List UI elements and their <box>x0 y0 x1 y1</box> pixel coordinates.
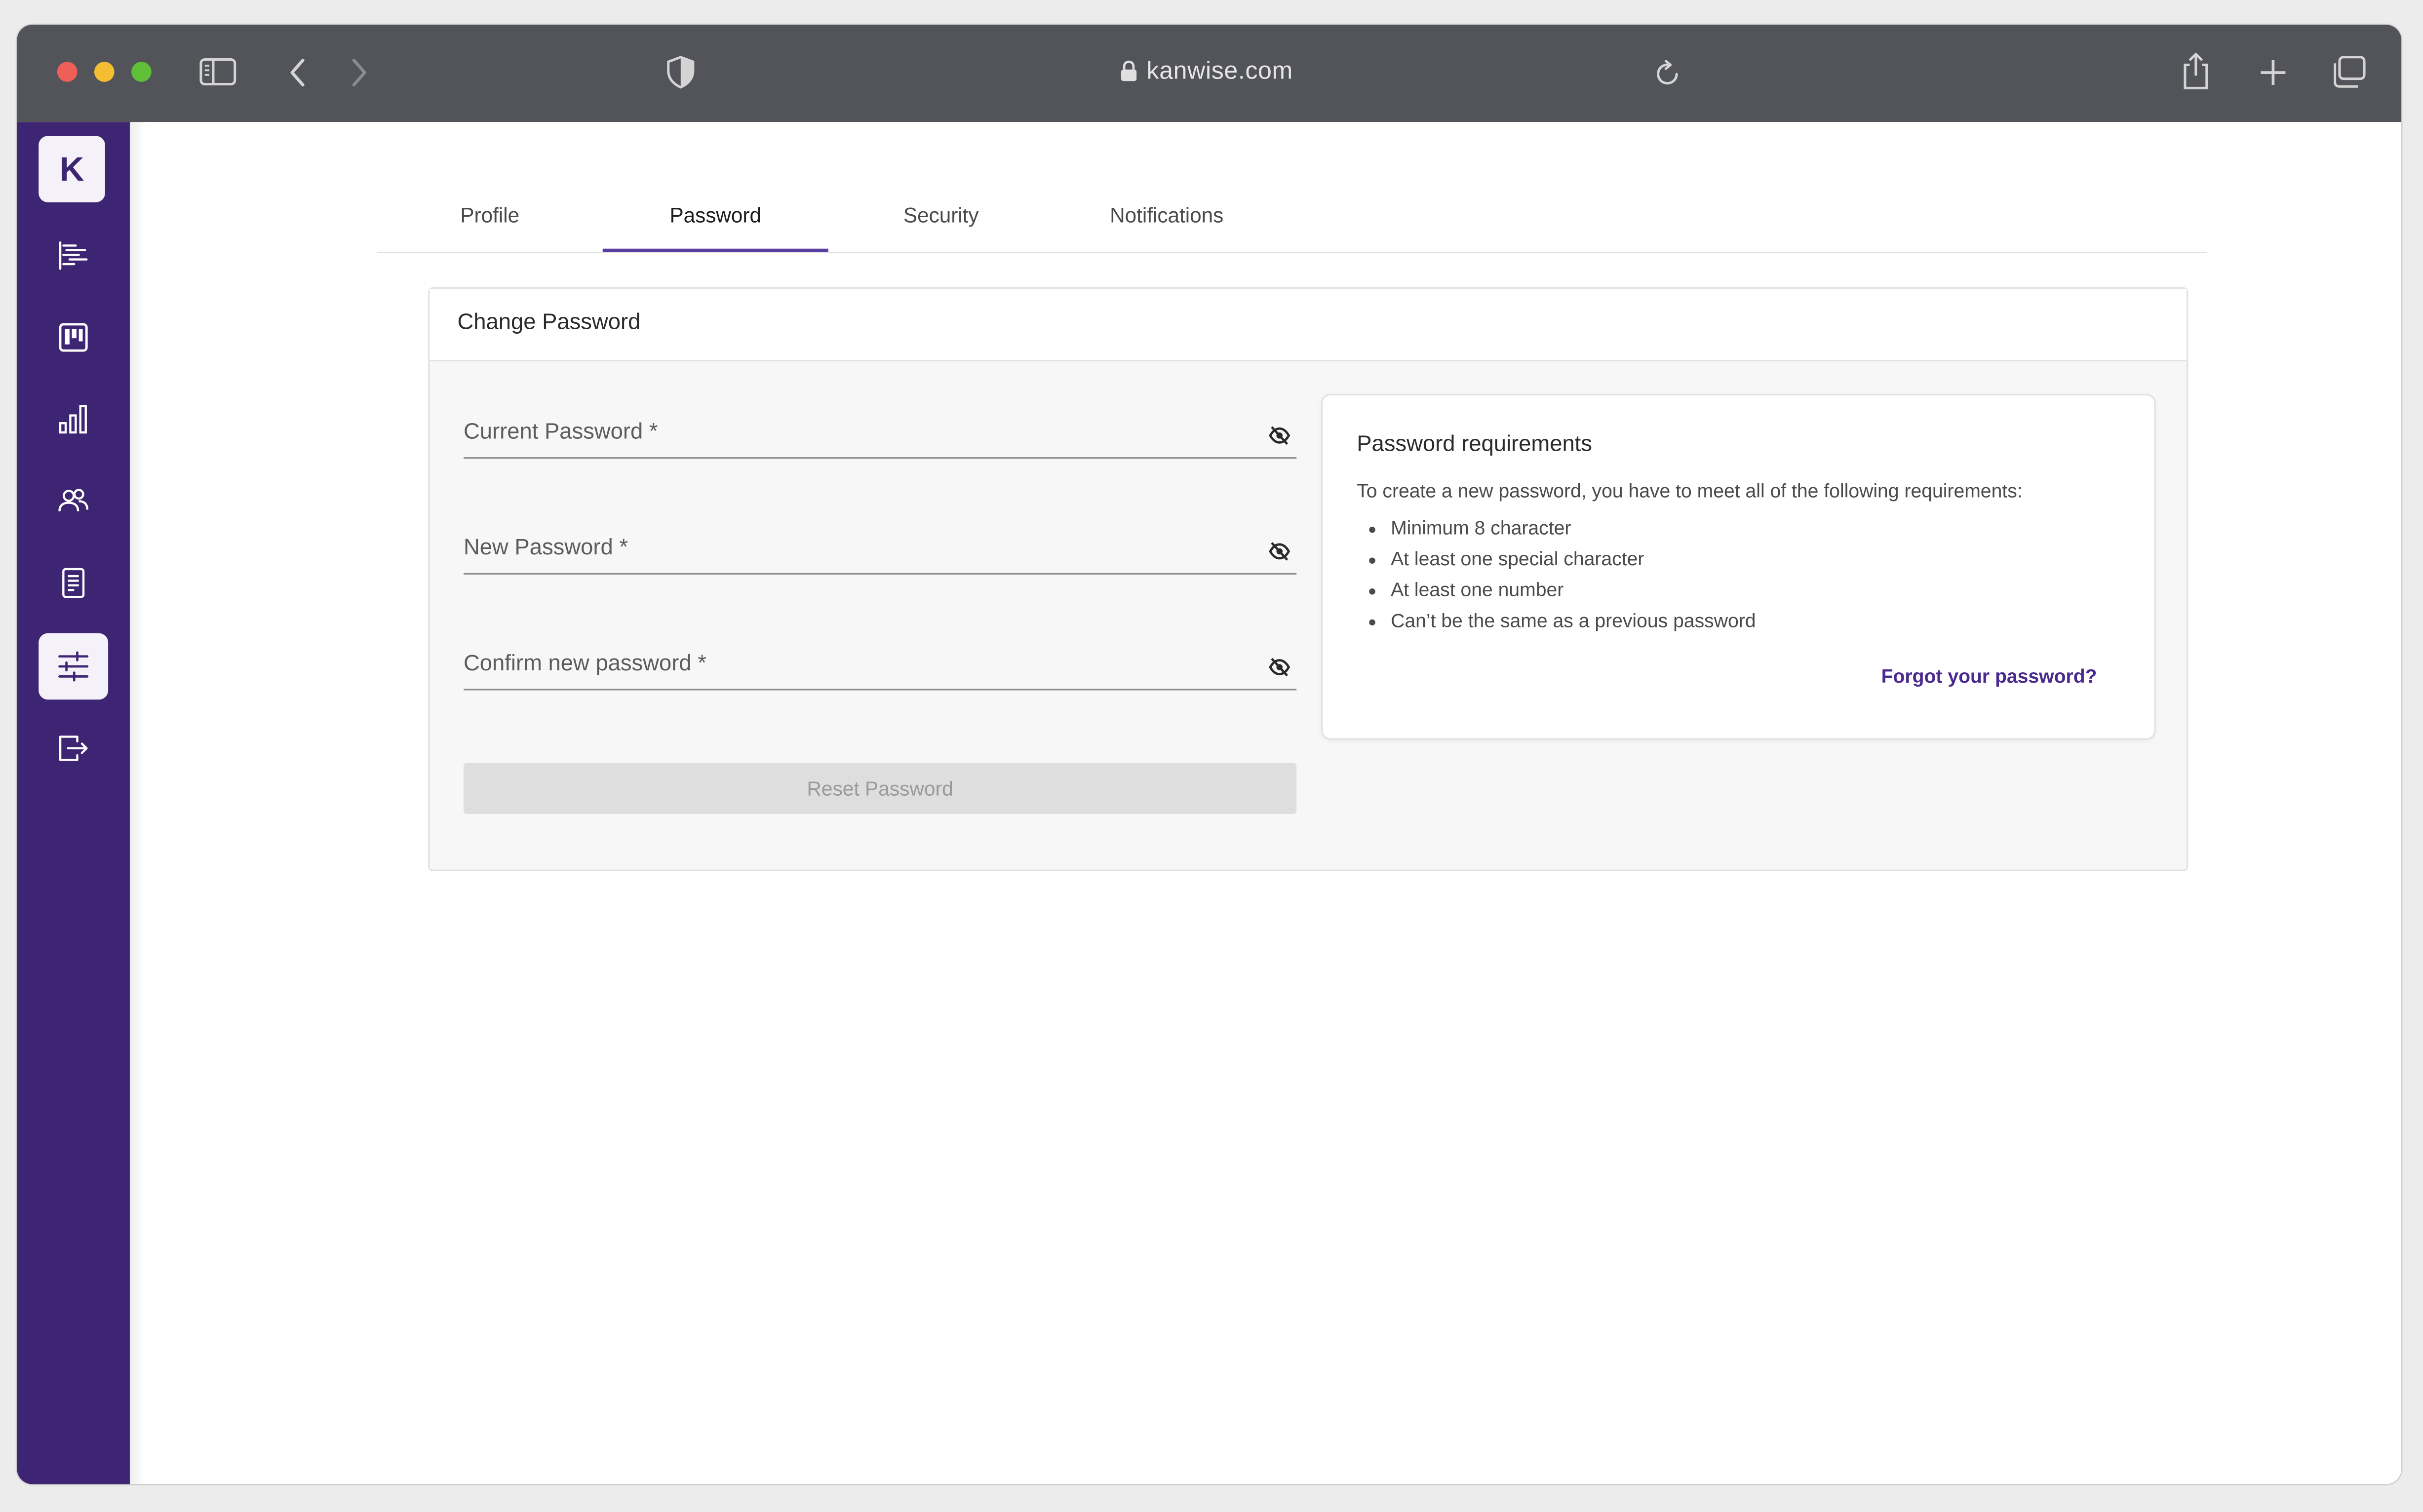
new-tab-icon[interactable] <box>2258 57 2289 88</box>
hide-password-icon[interactable] <box>1269 426 1290 445</box>
privacy-shield-icon[interactable] <box>666 56 695 90</box>
hide-password-icon[interactable] <box>1269 542 1290 561</box>
tab-notifications[interactable]: Notifications <box>1054 184 1280 248</box>
bar-chart-icon <box>59 405 87 434</box>
app-sidebar: K <box>17 122 130 1484</box>
current-password-field[interactable]: Current Password * <box>464 411 1297 459</box>
users-icon <box>58 489 89 511</box>
nav-item-logout[interactable] <box>39 715 108 782</box>
tab-security[interactable]: Security <box>828 184 1054 248</box>
address-bar[interactable]: kanwise.com <box>1099 56 1346 90</box>
nav-item-timeline[interactable] <box>39 223 108 289</box>
share-icon[interactable] <box>2181 51 2212 91</box>
browser-toolbar: kanwise.com <box>17 25 2402 122</box>
tab-profile[interactable]: Profile <box>377 184 603 248</box>
browser-window: kanwise.com K Profile Password Security … <box>17 25 2402 1484</box>
card-header: Change Password <box>430 289 2187 362</box>
requirement-item: At least one special character <box>1391 543 1756 575</box>
confirm-password-label: Confirm new password * <box>464 652 706 677</box>
forward-icon[interactable] <box>349 57 368 88</box>
minimize-window-button[interactable] <box>94 62 115 82</box>
app-logo[interactable]: K <box>39 136 105 202</box>
lock-icon <box>1121 60 1137 81</box>
settings-tabs: Profile Password Security Notifications <box>377 184 2207 254</box>
zoom-window-button[interactable] <box>131 62 152 82</box>
main-content: Profile Password Security Notifications … <box>145 122 2402 1484</box>
requirement-item: Can’t be the same as a previous password <box>1391 605 1756 636</box>
kanban-board-icon <box>59 323 88 352</box>
settings-sliders-icon <box>58 651 89 682</box>
nav-item-board[interactable] <box>39 304 108 371</box>
requirements-title: Password requirements <box>1357 432 1593 458</box>
requirements-list: Minimum 8 character At least one special… <box>1357 513 1756 636</box>
document-icon <box>62 568 85 598</box>
reload-icon[interactable] <box>1655 59 1681 86</box>
sidebar-toggle-icon[interactable] <box>199 57 238 88</box>
password-requirements-panel: Password requirements To create a new pa… <box>1321 393 2156 740</box>
forgot-password-link[interactable]: Forgot your password? <box>1881 665 2097 687</box>
close-window-button[interactable] <box>57 62 78 82</box>
card-title: Change Password <box>457 310 641 335</box>
logout-icon <box>59 736 88 761</box>
requirements-intro: To create a new password, you have to me… <box>1357 480 2023 502</box>
sidebar-shadow <box>129 122 146 1484</box>
url-text: kanwise.com <box>1146 58 1293 85</box>
confirm-password-field[interactable]: Confirm new password * <box>464 643 1297 691</box>
reset-password-button[interactable]: Reset Password <box>464 763 1297 814</box>
tab-overview-icon[interactable] <box>2330 56 2367 90</box>
nav-item-team[interactable] <box>39 468 108 535</box>
nav-item-documents[interactable] <box>39 550 108 617</box>
back-icon[interactable] <box>289 57 308 88</box>
nav-item-reports[interactable] <box>39 386 108 453</box>
tab-password[interactable]: Password <box>602 184 828 252</box>
timeline-icon <box>59 241 88 270</box>
screen: kanwise.com K Profile Password Security … <box>0 0 2423 1512</box>
new-password-field[interactable]: New Password * <box>464 527 1297 575</box>
new-password-label: New Password * <box>464 536 628 561</box>
requirement-item: At least one number <box>1391 575 1756 606</box>
nav-item-settings[interactable] <box>39 633 109 700</box>
requirement-item: Minimum 8 character <box>1391 513 1756 544</box>
current-password-label: Current Password * <box>464 420 658 445</box>
change-password-card: Change Password Current Password * New P… <box>428 287 2189 871</box>
hide-password-icon[interactable] <box>1269 658 1290 677</box>
